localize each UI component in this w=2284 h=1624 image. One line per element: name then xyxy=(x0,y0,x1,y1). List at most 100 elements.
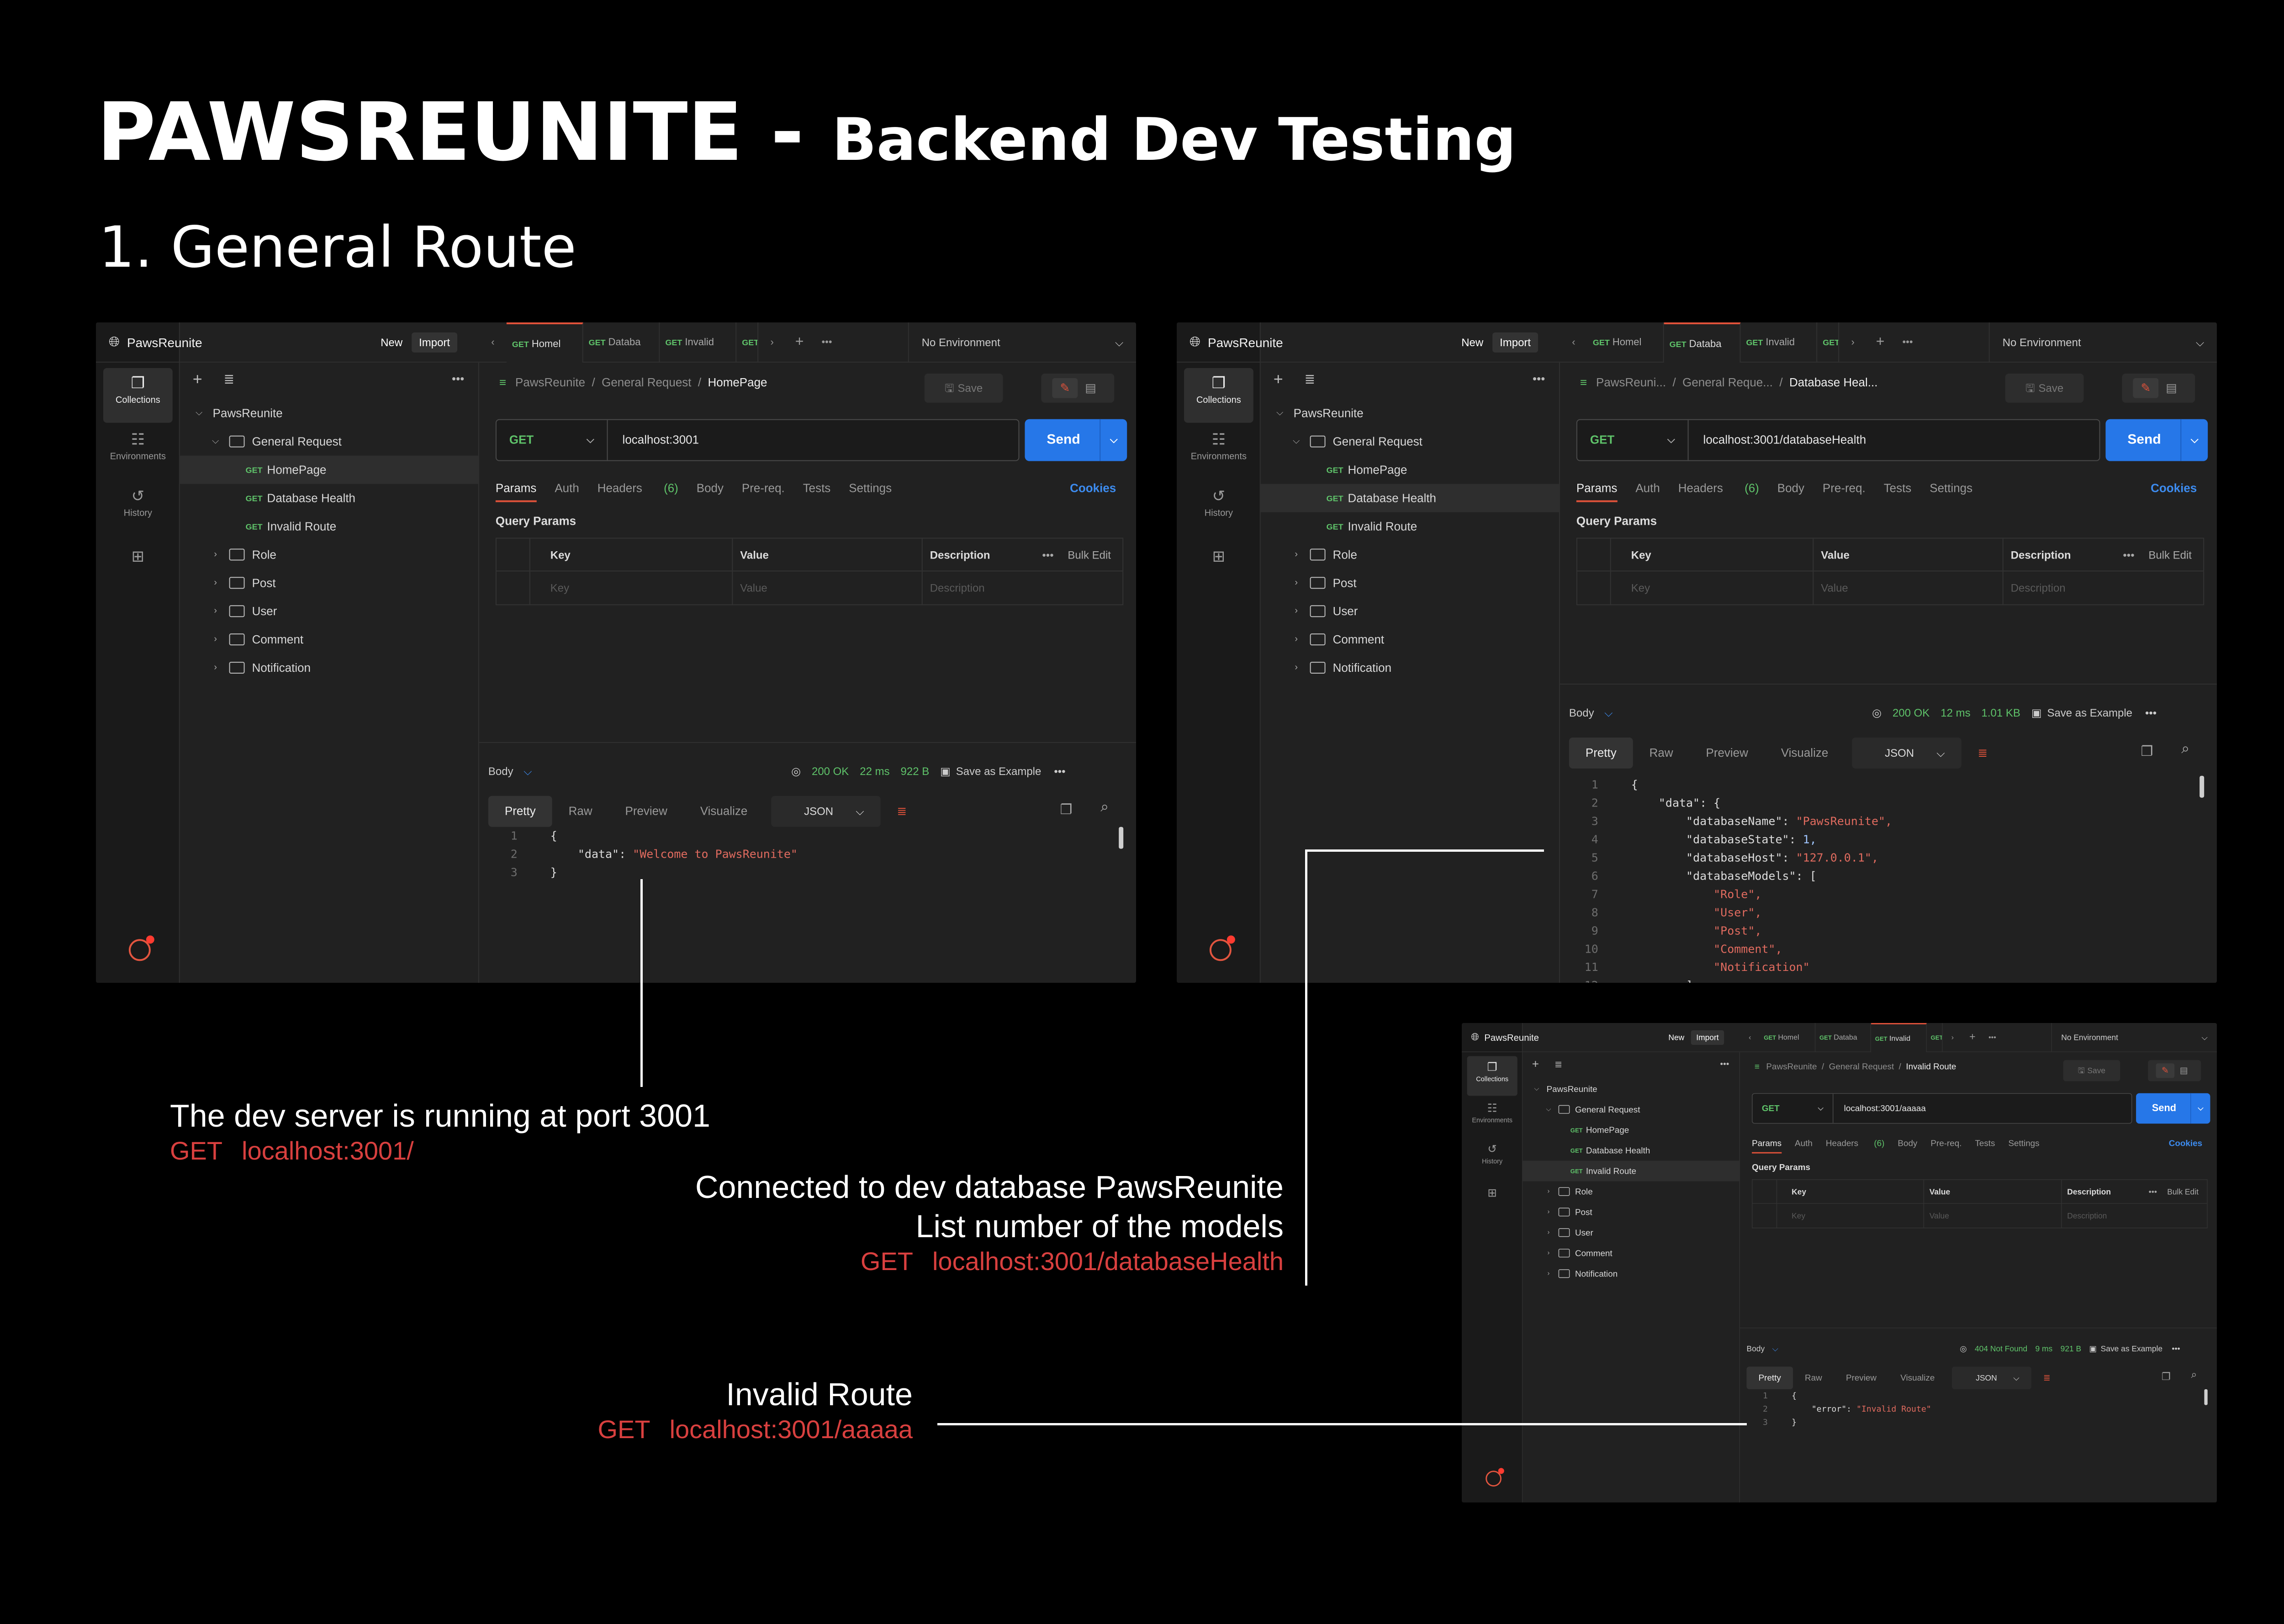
tree-folder-general[interactable]: ⌵ General Request xyxy=(180,427,479,456)
body-dropdown[interactable]: Body ⌵ xyxy=(1569,707,1613,720)
tab-auth[interactable]: Auth xyxy=(1635,481,1660,502)
import-button[interactable]: Import xyxy=(1492,332,1539,353)
add-tab-icon[interactable]: + xyxy=(786,334,813,350)
postbot-icon[interactable] xyxy=(1209,935,1235,961)
save-example-button[interactable]: ▣ Save as Example xyxy=(2031,707,2132,719)
tab-visualize[interactable]: Visualize xyxy=(1888,1367,1946,1389)
chevron-left-icon[interactable]: ‹ xyxy=(479,337,507,348)
request-tab[interactable]: GET Invalid xyxy=(1740,322,1818,362)
tab-tests[interactable]: Tests xyxy=(803,481,831,502)
url-input[interactable]: localhost:3001 xyxy=(623,420,699,460)
tab-params[interactable]: Params xyxy=(1752,1138,1782,1154)
format-select[interactable]: JSON ⌵ xyxy=(1852,737,1961,769)
tab-headers[interactable]: Headers (6) xyxy=(597,481,678,502)
more-icon[interactable]: ••• xyxy=(2143,1180,2157,1204)
save-button[interactable]: 🖫︎ Save xyxy=(2005,373,2084,403)
cookies-link[interactable]: Cookies xyxy=(2151,481,2197,495)
tab-body[interactable]: Body xyxy=(1898,1138,1917,1153)
rail-collections[interactable]: ❐ Collections xyxy=(1184,368,1253,423)
more-icon[interactable]: ••• xyxy=(1983,1033,2003,1041)
scrollbar[interactable] xyxy=(1119,827,1124,849)
request-database-health[interactable]: GET Database Health xyxy=(1260,484,1560,512)
rail-history[interactable]: ↺ History xyxy=(103,481,173,536)
format-select[interactable]: JSON ⌵ xyxy=(771,796,881,827)
tab-settings[interactable]: Settings xyxy=(2008,1138,2039,1153)
edit-toggle[interactable]: ✎ ▤ xyxy=(1041,373,1115,403)
bulk-edit-button[interactable]: Bulk Edit xyxy=(2141,538,2192,571)
value-input[interactable]: Value xyxy=(1923,1203,2062,1228)
new-button[interactable]: New xyxy=(373,332,410,353)
tree-folder-general[interactable]: ⌵ General Request xyxy=(1523,1099,1740,1120)
filter-icon[interactable]: ≣ xyxy=(224,372,234,387)
tree-folder-comment[interactable]: › Comment xyxy=(1523,1243,1740,1263)
tree-folder-comment[interactable]: › Comment xyxy=(180,625,479,654)
tree-folder-role[interactable]: › Role xyxy=(180,540,479,569)
environment-selector[interactable]: No Environment ⌵ xyxy=(2051,1023,2217,1052)
add-tab-icon[interactable]: + xyxy=(1962,1031,1983,1043)
chevron-left-icon[interactable]: ‹ xyxy=(1740,1033,1760,1041)
scrollbar[interactable] xyxy=(2204,1389,2208,1405)
more-icon[interactable]: ••• xyxy=(1035,538,1053,571)
send-button[interactable]: Send ⌵ xyxy=(2136,1093,2210,1124)
rail-collections[interactable]: ❐ Collections xyxy=(103,368,173,423)
tab-body[interactable]: Body xyxy=(697,481,724,502)
tab-auth[interactable]: Auth xyxy=(555,481,579,502)
request-homepage[interactable]: GET HomePage xyxy=(180,455,479,484)
key-input[interactable]: Key xyxy=(1610,571,1813,605)
tree-folder-notification[interactable]: › Notification xyxy=(180,654,479,682)
save-example-button[interactable]: ▣ Save as Example xyxy=(2089,1344,2163,1353)
request-tab[interactable]: GET Homel xyxy=(1587,322,1664,362)
rail-environments[interactable]: ☷ Environments xyxy=(103,425,173,480)
tab-raw[interactable]: Raw xyxy=(1633,738,1690,769)
tab-prereq[interactable]: Pre-req. xyxy=(742,481,785,502)
request-database-health[interactable]: GET Database Health xyxy=(180,484,479,512)
import-button[interactable]: Import xyxy=(1691,1030,1724,1045)
tree-folder-post[interactable]: › Post xyxy=(1523,1202,1740,1223)
add-icon[interactable]: + xyxy=(1532,1057,1539,1071)
tree-folder-general[interactable]: ⌵ General Request xyxy=(1261,427,1560,456)
request-tab[interactable]: GET Databa xyxy=(1815,1023,1872,1052)
tree-folder-notification[interactable]: › Notification xyxy=(1523,1263,1740,1284)
tab-prereq[interactable]: Pre-req. xyxy=(1823,481,1866,502)
cookies-link[interactable]: Cookies xyxy=(1070,481,1116,495)
tree-folder-user[interactable]: › User xyxy=(1261,597,1560,625)
request-invalid-route[interactable]: GET Invalid Route xyxy=(1261,512,1560,540)
request-tab[interactable]: GET Databa xyxy=(583,322,660,362)
tree-folder-notification[interactable]: › Notification xyxy=(1261,654,1560,682)
chevron-right-icon[interactable]: › xyxy=(758,337,786,348)
format-select[interactable]: JSON ⌵ xyxy=(1952,1366,2031,1389)
bulk-edit-button[interactable]: Bulk Edit xyxy=(2162,1180,2199,1204)
environment-selector[interactable]: No Environment ⌵ xyxy=(1988,322,2217,363)
environment-selector[interactable]: No Environment ⌵ xyxy=(908,322,1136,363)
tab-headers[interactable]: Headers (6) xyxy=(1678,481,1759,502)
tab-visualize[interactable]: Visualize xyxy=(1765,738,1845,769)
tab-params[interactable]: Params xyxy=(1576,481,1618,502)
tab-params[interactable]: Params xyxy=(495,481,537,502)
more-icon[interactable]: ••• xyxy=(452,372,464,385)
chevron-right-icon[interactable]: › xyxy=(1839,337,1866,348)
rail-environments[interactable]: ☷ Environments xyxy=(1184,425,1253,480)
tab-tests[interactable]: Tests xyxy=(1884,481,1912,502)
more-icon[interactable]: ••• xyxy=(1533,372,1545,385)
rail-configure[interactable]: ⊞ xyxy=(1184,541,1253,578)
request-homepage[interactable]: GET HomePage xyxy=(1261,456,1560,484)
request-tab[interactable]: GET Invalid xyxy=(660,322,737,362)
rail-collections[interactable]: ❐ Collections xyxy=(1467,1056,1517,1096)
postbot-icon[interactable] xyxy=(1486,1468,1504,1487)
more-icon[interactable]: ••• xyxy=(2172,1344,2180,1353)
url-input[interactable]: localhost:3001/aaaaa xyxy=(1844,1094,1926,1123)
request-tab[interactable]: GET Databa xyxy=(1664,322,1741,362)
copy-icon[interactable]: ❐ xyxy=(1060,801,1072,818)
postbot-icon[interactable] xyxy=(128,935,154,961)
import-button[interactable]: Import xyxy=(412,332,458,353)
description-input[interactable]: Description xyxy=(2002,571,2203,605)
tree-folder-post[interactable]: › Post xyxy=(180,569,479,597)
add-icon[interactable]: + xyxy=(193,370,202,389)
send-button[interactable]: Send ⌵ xyxy=(1025,419,1127,461)
tree-folder-user[interactable]: › User xyxy=(180,597,479,625)
wrap-icon[interactable]: ≣ xyxy=(2031,1367,2062,1389)
copy-icon[interactable]: ❐ xyxy=(2141,743,2153,759)
search-icon[interactable]: ⌕ xyxy=(1100,800,1109,816)
request-homepage[interactable]: GET HomePage xyxy=(1523,1120,1740,1140)
copy-icon[interactable]: ❐ xyxy=(2162,1371,2171,1383)
